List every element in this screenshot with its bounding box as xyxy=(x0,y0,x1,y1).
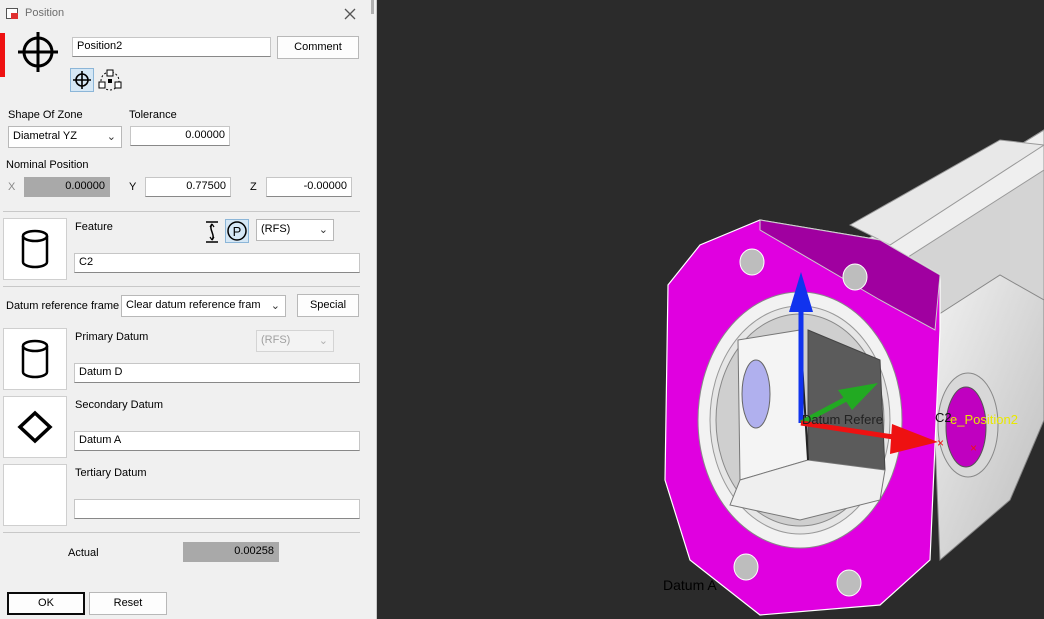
actual-value: 0.00258 xyxy=(183,542,279,562)
bolt-hole xyxy=(842,263,868,291)
tertiary-datum-input[interactable] xyxy=(74,499,360,519)
primary-modifier-value: (RFS) xyxy=(261,334,291,346)
c2-marker: × xyxy=(937,436,944,450)
position-mode-icon xyxy=(73,71,91,89)
chevron-down-icon: ⌄ xyxy=(106,131,116,143)
primary-datum-icon-box[interactable] xyxy=(3,328,67,390)
feature-icon-box[interactable] xyxy=(3,218,67,280)
datum-frame-select[interactable]: Clear datum reference fram ⌄ xyxy=(121,295,286,317)
tolerance-input[interactable]: 0.00000 xyxy=(130,126,230,146)
secondary-datum-input[interactable]: Datum A xyxy=(74,431,360,451)
pattern-mode-button[interactable] xyxy=(97,68,122,92)
projected-zone-button[interactable]: P xyxy=(225,219,249,243)
title-app-icon xyxy=(6,8,18,19)
primary-datum-input[interactable]: Datum D xyxy=(74,363,360,383)
datum-frame-label: Datum reference frame xyxy=(6,300,120,312)
x-input: 0.00000 xyxy=(24,177,110,197)
bolt-hole xyxy=(733,553,759,581)
name-input[interactable]: Position2 xyxy=(72,37,271,57)
active-indicator xyxy=(0,33,5,77)
datum-a-label: Datum A xyxy=(663,577,717,593)
cylinder-icon xyxy=(21,229,49,269)
nominal-position-label: Nominal Position xyxy=(6,159,89,171)
actual-label: Actual xyxy=(68,547,99,559)
reset-button[interactable]: Reset xyxy=(89,592,167,615)
datum-frame-value: Clear datum reference fram xyxy=(126,299,261,311)
shape-of-zone-select[interactable]: Diametral YZ ⌄ xyxy=(8,126,122,148)
tertiary-datum-icon-box[interactable] xyxy=(3,464,67,526)
diamond-icon xyxy=(17,410,53,444)
special-button[interactable]: Special xyxy=(297,294,359,317)
separator xyxy=(3,532,360,533)
separator xyxy=(3,286,360,287)
pattern-mode-icon xyxy=(98,69,122,91)
chevron-down-icon: ⌄ xyxy=(318,335,328,347)
cylinder-icon xyxy=(21,339,49,379)
position-mode-button[interactable] xyxy=(70,68,94,92)
projected-zone-icon: P xyxy=(227,221,247,241)
primary-datum-label: Primary Datum xyxy=(75,331,149,343)
bolt-hole xyxy=(836,569,862,597)
part-model: Datum Refere C2 e_Position2 × × Datum A xyxy=(663,129,1044,616)
svg-text:P: P xyxy=(233,224,242,239)
secondary-datum-label: Secondary Datum xyxy=(75,399,164,411)
comment-button[interactable]: Comment xyxy=(277,36,359,59)
c2-hole xyxy=(945,386,987,468)
secondary-datum-icon-box[interactable] xyxy=(3,396,67,458)
y-input[interactable]: 0.77500 xyxy=(145,177,231,197)
position-icon xyxy=(18,32,58,72)
tolerance-label: Tolerance xyxy=(129,109,177,121)
datum-ref-label: Datum Refere xyxy=(802,412,883,427)
feature-modifier-value: (RFS) xyxy=(261,223,291,235)
feature-input[interactable]: C2 xyxy=(74,253,360,273)
position-dialog: Position Position2 Comment Shape Of Zone… xyxy=(0,0,368,619)
ok-button[interactable]: OK xyxy=(7,592,85,615)
x-label: X xyxy=(8,181,16,193)
scrollbar-thumb[interactable] xyxy=(371,0,374,14)
close-icon[interactable] xyxy=(344,8,356,20)
position-marker: × xyxy=(970,441,977,455)
z-label: Z xyxy=(250,181,257,193)
chevron-down-icon: ⌄ xyxy=(318,224,328,236)
position-label: e_Position2 xyxy=(950,412,1018,427)
shape-of-zone-value: Diametral YZ xyxy=(13,130,77,142)
dialog-scrollbar[interactable] xyxy=(368,0,377,619)
tertiary-datum-label: Tertiary Datum xyxy=(75,467,147,479)
model-viewport[interactable]: Datum Refere C2 e_Position2 × × Datum A xyxy=(378,0,1044,619)
y-label: Y xyxy=(129,181,137,193)
z-input[interactable]: -0.00000 xyxy=(266,177,352,197)
bolt-hole xyxy=(739,248,765,276)
separator xyxy=(3,211,360,212)
primary-modifier-select: (RFS) ⌄ xyxy=(256,330,334,352)
size-dimension-icon xyxy=(206,221,218,243)
dialog-title: Position xyxy=(25,7,65,19)
chevron-down-icon: ⌄ xyxy=(270,300,280,312)
shape-of-zone-label: Shape Of Zone xyxy=(8,109,83,121)
feature-label: Feature xyxy=(75,221,113,233)
size-dimension-button[interactable] xyxy=(199,219,223,243)
feature-modifier-select[interactable]: (RFS) ⌄ xyxy=(256,219,334,241)
